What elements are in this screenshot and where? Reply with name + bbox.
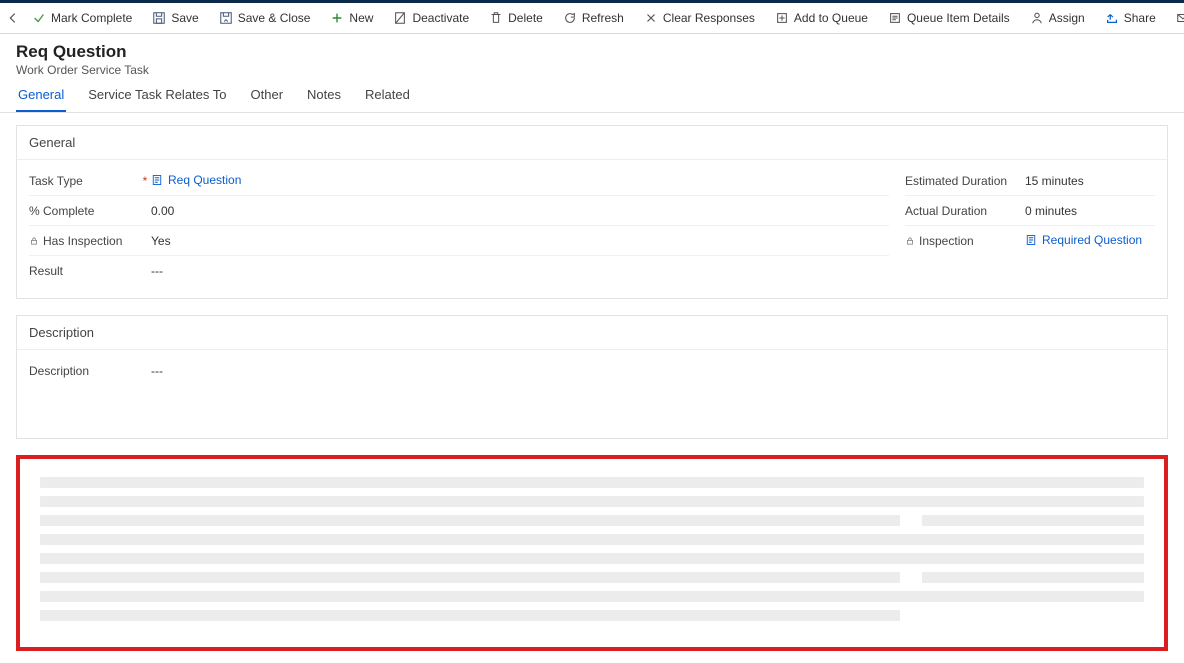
inspection-value: Required Question: [1042, 233, 1142, 247]
email-icon: [1176, 11, 1184, 25]
cmd-label: Delete: [508, 11, 543, 25]
percent-complete-value: 0.00: [151, 204, 889, 218]
general-right-column: Estimated Duration 15 minutes Actual Dur…: [889, 166, 1155, 286]
cmd-label: Save: [171, 11, 198, 25]
tab-notes[interactable]: Notes: [305, 87, 343, 112]
highlighted-loading-panel: [16, 455, 1168, 651]
cmd-label: Share: [1124, 11, 1156, 25]
cmd-label: Clear Responses: [663, 11, 755, 25]
record-header: Req Question Work Order Service Task: [0, 34, 1184, 77]
save-close-button[interactable]: Save & Close: [211, 3, 319, 33]
field-label: Estimated Duration: [905, 174, 1025, 188]
actual-duration-value: 0 minutes: [1025, 204, 1155, 218]
field-result[interactable]: Result ---: [29, 256, 889, 286]
email-link-button[interactable]: Email a Link: [1168, 3, 1184, 33]
entity-icon: [151, 174, 163, 186]
field-label-text: Inspection: [919, 234, 974, 248]
share-icon: [1105, 11, 1119, 25]
back-icon: [6, 11, 20, 25]
x-icon: [644, 11, 658, 25]
refresh-button[interactable]: Refresh: [555, 3, 632, 33]
description-panel-title: Description: [17, 316, 1167, 350]
field-description[interactable]: Description ---: [29, 356, 1155, 386]
share-button[interactable]: Share: [1097, 3, 1164, 33]
cmd-label: New: [349, 11, 373, 25]
task-type-value: Req Question: [168, 173, 241, 187]
queue-add-icon: [775, 11, 789, 25]
tab-general[interactable]: General: [16, 87, 66, 112]
general-panel-title: General: [17, 126, 1167, 160]
deactivate-button[interactable]: Deactivate: [385, 3, 477, 33]
cmd-label: Save & Close: [238, 11, 311, 25]
clear-responses-button[interactable]: Clear Responses: [636, 3, 763, 33]
form-tabs: General Service Task Relates To Other No…: [0, 77, 1184, 113]
queue-item-details-button[interactable]: Queue Item Details: [880, 3, 1018, 33]
result-value: ---: [151, 264, 889, 278]
has-inspection-value: Yes: [151, 234, 889, 248]
tab-relates-to[interactable]: Service Task Relates To: [86, 87, 228, 112]
form-content: General Task Type * Req Question % Compl…: [0, 113, 1184, 663]
new-button[interactable]: New: [322, 3, 381, 33]
field-label: Task Type: [29, 174, 139, 188]
cmd-label: Refresh: [582, 11, 624, 25]
cmd-label: Deactivate: [412, 11, 469, 25]
general-left-column: Task Type * Req Question % Complete 0.00: [29, 166, 889, 286]
entity-icon: [1025, 234, 1037, 246]
deactivate-icon: [393, 11, 407, 25]
field-actual-duration[interactable]: Actual Duration 0 minutes: [905, 196, 1155, 226]
refresh-icon: [563, 11, 577, 25]
back-button[interactable]: [6, 3, 20, 33]
save-button[interactable]: Save: [144, 3, 206, 33]
description-panel: Description Description ---: [16, 315, 1168, 439]
lock-icon: [29, 236, 39, 246]
command-bar: Mark Complete Save Save & Close New Deac…: [0, 0, 1184, 34]
inspection-lookup[interactable]: Required Question: [1025, 233, 1142, 247]
field-task-type[interactable]: Task Type * Req Question: [29, 166, 889, 196]
record-title: Req Question: [16, 42, 1168, 62]
cmd-label: Queue Item Details: [907, 11, 1010, 25]
field-percent-complete[interactable]: % Complete 0.00: [29, 196, 889, 226]
general-panel: General Task Type * Req Question % Compl…: [16, 125, 1168, 299]
lock-icon: [905, 236, 915, 246]
estimated-duration-value: 15 minutes: [1025, 174, 1155, 188]
save-close-icon: [219, 11, 233, 25]
field-label: Actual Duration: [905, 204, 1025, 218]
field-label: % Complete: [29, 204, 139, 218]
tab-related[interactable]: Related: [363, 87, 412, 112]
assign-button[interactable]: Assign: [1022, 3, 1093, 33]
field-label: Description: [29, 364, 139, 378]
add-to-queue-button[interactable]: Add to Queue: [767, 3, 876, 33]
person-icon: [1030, 11, 1044, 25]
field-inspection[interactable]: Inspection Required Question: [905, 226, 1155, 256]
plus-icon: [330, 11, 344, 25]
delete-button[interactable]: Delete: [481, 3, 551, 33]
record-subtitle: Work Order Service Task: [16, 63, 1168, 77]
mark-complete-button[interactable]: Mark Complete: [24, 3, 140, 33]
field-label: Result: [29, 264, 139, 278]
field-has-inspection: Has Inspection Yes: [29, 226, 889, 256]
description-value: ---: [151, 364, 1155, 378]
cmd-label: Add to Queue: [794, 11, 868, 25]
save-icon: [152, 11, 166, 25]
tab-other[interactable]: Other: [249, 87, 286, 112]
trash-icon: [489, 11, 503, 25]
cmd-label: Mark Complete: [51, 11, 132, 25]
cmd-label: Assign: [1049, 11, 1085, 25]
field-label-text: Has Inspection: [43, 234, 122, 248]
task-type-lookup[interactable]: Req Question: [151, 173, 241, 187]
required-indicator: *: [139, 174, 151, 188]
field-estimated-duration[interactable]: Estimated Duration 15 minutes: [905, 166, 1155, 196]
check-icon: [32, 11, 46, 25]
queue-details-icon: [888, 11, 902, 25]
